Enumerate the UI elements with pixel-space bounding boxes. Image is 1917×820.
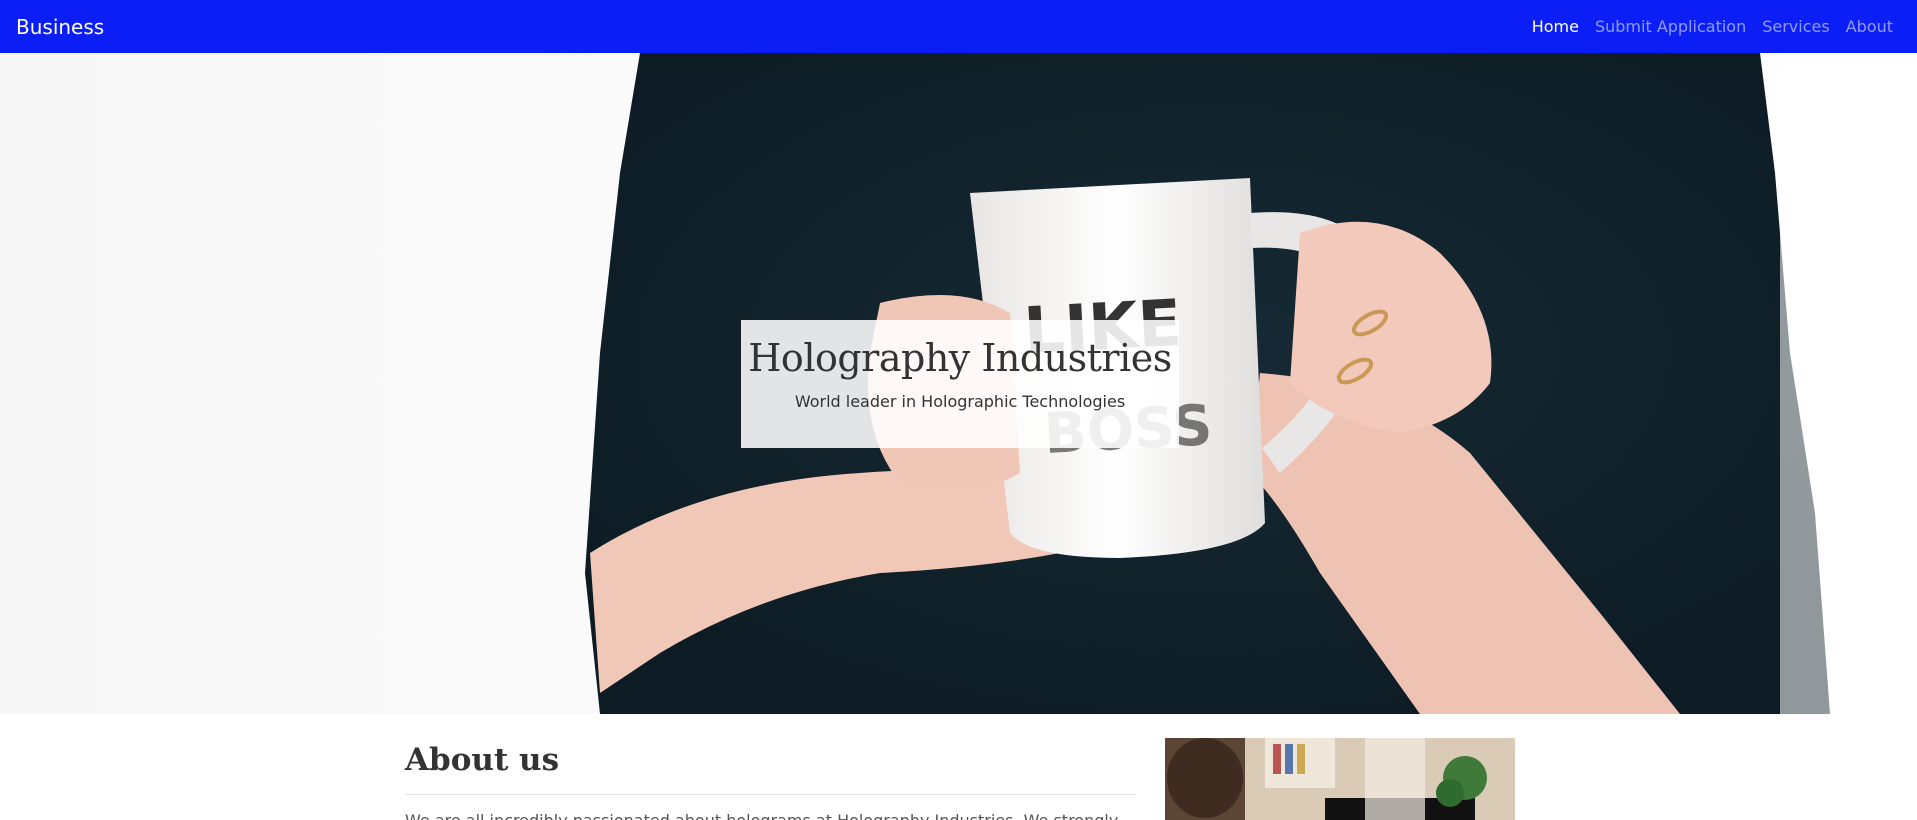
- nav-item-submit-application[interactable]: Submit Application: [1587, 17, 1754, 36]
- nav-item-home[interactable]: Home: [1524, 17, 1587, 36]
- about-section: About us We are all incredibly passionat…: [405, 714, 1515, 820]
- office-photo-icon: [1165, 738, 1515, 820]
- nav-menu: Home Submit Application Services About: [1524, 17, 1901, 36]
- about-image: [1165, 738, 1515, 820]
- hero-section: LIKE BOSS Holography Industries World le…: [0, 53, 1917, 714]
- hero-title: Holography Industries: [748, 336, 1172, 380]
- navbar: Business Home Submit Application Service…: [0, 0, 1917, 53]
- brand-link[interactable]: Business: [16, 15, 104, 39]
- nav-item-about[interactable]: About: [1838, 17, 1901, 36]
- about-column: About us We are all incredibly passionat…: [405, 714, 1135, 820]
- about-text: We are all incredibly passionated about …: [405, 811, 1135, 820]
- divider: [405, 794, 1135, 795]
- nav-item-services[interactable]: Services: [1754, 17, 1837, 36]
- hero-caption: Holography Industries World leader in Ho…: [741, 320, 1179, 448]
- about-heading: About us: [405, 742, 560, 778]
- hero-subtitle: World leader in Holographic Technologies: [794, 391, 1126, 411]
